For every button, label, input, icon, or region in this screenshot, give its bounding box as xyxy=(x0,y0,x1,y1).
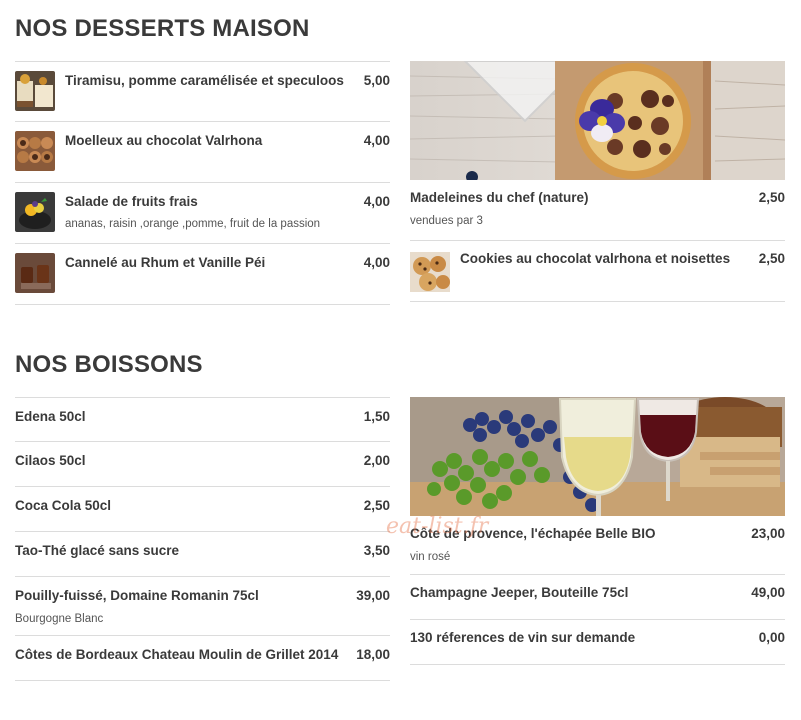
item-price: 4,00 xyxy=(363,133,390,148)
item-name: Cannelé au Rhum et Vanille Péi xyxy=(65,255,266,270)
item-name: Cookies au chocolat valrhona et noisette… xyxy=(460,251,731,266)
item-description: ananas, raisin ,orange ,pomme, fruit de … xyxy=(65,218,321,230)
menu-item: Cilaos 50cl 2,00 xyxy=(15,442,390,487)
item-price: 0,00 xyxy=(758,630,785,645)
menu-item: Champagne Jeeper, Bouteille 75cl 49,00 xyxy=(410,575,785,620)
menu-item: Cookies au chocolat valrhona et noisette… xyxy=(410,241,785,302)
menu-item: Cannelé au Rhum et Vanille Péi 4,00 xyxy=(15,244,390,305)
item-price: 2,50 xyxy=(758,190,785,205)
item-description: Bourgogne Blanc xyxy=(15,613,104,625)
desserts-section-title: NOS DESSERTS MAISON xyxy=(15,15,310,42)
menu-item: Coca Cola 50cl 2,50 xyxy=(15,487,390,532)
item-description: vendues par 3 xyxy=(410,215,483,227)
tiramisu-photo xyxy=(15,71,55,111)
item-price: 4,00 xyxy=(363,194,390,209)
item-description: vin rosé xyxy=(410,551,451,563)
item-name: Tao-Thé glacé sans sucre xyxy=(15,543,180,558)
menu-item: Côtes de Bordeaux Chateau Moulin de Gril… xyxy=(15,636,390,681)
item-price: 4,00 xyxy=(363,255,390,270)
item-name: Champagne Jeeper, Bouteille 75cl xyxy=(410,585,629,600)
menu-item: Salade de fruits frais ananas, raisin ,o… xyxy=(15,183,390,244)
menu-item: Tiramisu, pomme caramélisée et speculoos… xyxy=(15,61,390,122)
watermark: eat-list.fr xyxy=(386,514,489,539)
menu-item: 130 réferences de vin sur demande 0,00 xyxy=(410,620,785,665)
item-name: Cilaos 50cl xyxy=(15,453,86,468)
menu-item: Pouilly-fuissé, Domaine Romanin 75cl Bou… xyxy=(15,577,390,636)
fruit-salad-photo xyxy=(15,192,55,232)
item-price: 3,50 xyxy=(363,543,390,558)
item-name: Tiramisu, pomme caramélisée et speculoos xyxy=(65,73,344,88)
item-price: 39,00 xyxy=(356,588,390,603)
item-name: Moelleux au chocolat Valrhona xyxy=(65,133,263,148)
menu-item: Edena 50cl 1,50 xyxy=(15,397,390,442)
canele-photo xyxy=(15,253,55,293)
item-name: Coca Cola 50cl xyxy=(15,498,112,513)
desserts-list-left: Tiramisu, pomme caramélisée et speculoos… xyxy=(15,61,390,305)
menu-item: Tao-Thé glacé sans sucre 3,50 xyxy=(15,532,390,577)
cookies-photo xyxy=(410,252,450,292)
menu-item: Moelleux au chocolat Valrhona 4,00 xyxy=(15,122,390,183)
drinks-section-title: NOS BOISSONS xyxy=(15,351,203,378)
item-price: 2,00 xyxy=(363,453,390,468)
item-name: Côtes de Bordeaux Chateau Moulin de Gril… xyxy=(15,647,339,662)
item-price: 18,00 xyxy=(356,647,390,662)
tart-photo xyxy=(410,61,785,180)
item-price: 2,50 xyxy=(363,498,390,513)
item-price: 1,50 xyxy=(363,409,390,424)
chocolate-cake-photo xyxy=(15,131,55,171)
item-name: Madeleines du chef (nature) xyxy=(410,190,589,205)
item-price: 23,00 xyxy=(751,526,785,541)
item-price: 5,00 xyxy=(363,73,390,88)
desserts-list-right: Madeleines du chef (nature) 2,50 vendues… xyxy=(410,61,785,302)
item-price: 49,00 xyxy=(751,585,785,600)
item-name: 130 réferences de vin sur demande xyxy=(410,630,636,645)
menu-item: Madeleines du chef (nature) 2,50 vendues… xyxy=(410,180,785,241)
item-name: Edena 50cl xyxy=(15,409,86,424)
item-name: Pouilly-fuissé, Domaine Romanin 75cl xyxy=(15,588,259,603)
wine-photo xyxy=(410,397,785,516)
drinks-list-left: Edena 50cl 1,50 Cilaos 50cl 2,00 Coca Co… xyxy=(15,397,390,681)
item-name: Salade de fruits frais xyxy=(65,194,198,209)
item-price: 2,50 xyxy=(758,251,785,266)
